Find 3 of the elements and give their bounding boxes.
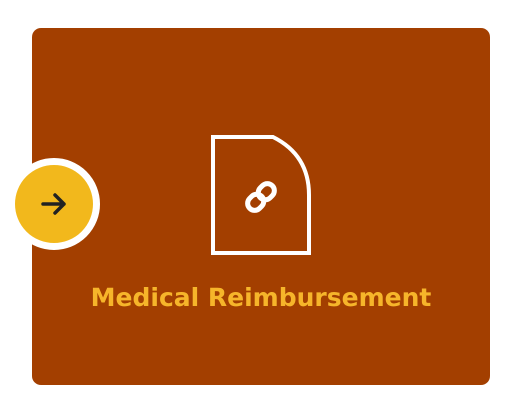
tile-card[interactable]: Medical Reimbursement [32,28,490,385]
tile-title: Medical Reimbursement [90,283,432,312]
linked-document-icon [211,135,311,255]
